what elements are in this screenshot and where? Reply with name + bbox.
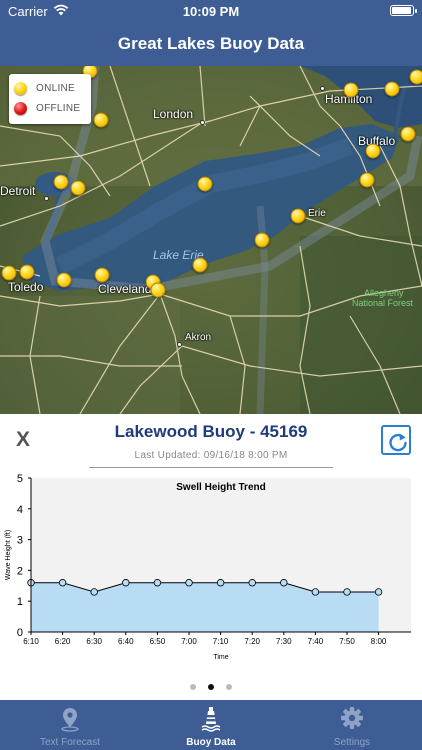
x-tick-label: 6:20 [55, 637, 71, 646]
buoy-marker[interactable] [192, 257, 208, 273]
page-indicator[interactable] [0, 677, 422, 695]
y-tick-label: 5 [17, 473, 23, 485]
buoy-marker[interactable] [365, 143, 381, 159]
legend-online: ONLINE [14, 81, 90, 97]
map-label-erie: Erie [308, 208, 326, 219]
buoy-marker[interactable] [409, 69, 422, 85]
map-pin-icon [61, 708, 79, 732]
x-axis-label: Time [213, 654, 228, 661]
data-point [311, 588, 320, 596]
data-point [90, 588, 98, 596]
buoy-marker[interactable] [56, 272, 72, 288]
x-tick-label: 6:10 [23, 637, 39, 646]
legend-offline-label: OFFLINE [36, 103, 81, 114]
buoy-marker[interactable] [93, 112, 109, 128]
buoy-marker[interactable] [53, 174, 69, 190]
page-dot[interactable] [190, 684, 196, 690]
buoy-marker[interactable] [70, 180, 86, 196]
gear-icon [341, 707, 363, 729]
buoy-marker[interactable] [197, 176, 213, 192]
legend-online-label: ONLINE [36, 83, 76, 94]
x-tick-label: 7:30 [276, 637, 292, 646]
buoy-marker[interactable] [94, 267, 110, 283]
buoy-marker[interactable] [19, 264, 35, 280]
data-point [185, 579, 193, 587]
data-point [343, 588, 351, 596]
x-tick-label: 7:40 [308, 637, 324, 646]
akron-city-dot [177, 342, 182, 347]
tab-label-text-forecast: Text Forecast [39, 737, 101, 748]
x-tick-label: 7:10 [213, 637, 229, 646]
x-tick-label: 6:30 [86, 637, 102, 646]
tab-label-settings: Settings [333, 737, 371, 748]
y-axis-label: Wave Height (ft) [5, 530, 12, 580]
tab-label-buoy-data: Buoy Data [186, 737, 236, 748]
y-tick-label: 3 [17, 535, 23, 547]
map-label-toledo: Toledo [8, 280, 44, 294]
data-point [280, 579, 288, 587]
detroit-city-dot [44, 196, 49, 201]
status-time: 10:09 PM [182, 4, 240, 19]
chart-title: Swell Height Trend [176, 482, 265, 493]
online-status-icon [14, 82, 27, 95]
buoy-marker[interactable] [359, 172, 375, 188]
data-point [58, 579, 67, 587]
swell-height-chart: Swell Height Trend 0 1 2 3 4 5 6:10 6:20 6:30 6:… [5, 473, 411, 661]
legend-offline: OFFLINE [14, 101, 90, 117]
status-bar: Carrier 10:09 PM [0, 0, 422, 22]
y-tick-label: 0 [17, 627, 23, 639]
data-point [374, 588, 383, 596]
buoy-icon [201, 707, 221, 732]
y-tick-label: 1 [17, 596, 23, 608]
map-label-allegheny-1: Allegheny [364, 288, 404, 298]
x-tick-label: 6:40 [118, 637, 134, 646]
battery-icon [390, 5, 417, 16]
buoy-marker[interactable] [384, 81, 400, 97]
y-tick-label: 4 [17, 504, 23, 516]
refresh-button[interactable] [381, 425, 411, 455]
buoy-marker[interactable] [150, 282, 166, 298]
page-title: Great Lakes Buoy Data [117, 34, 305, 53]
x-tick-label: 7:20 [244, 637, 260, 646]
tab-text-forecast[interactable]: Text Forecast [0, 700, 140, 750]
map-label-akron: Akron [185, 332, 212, 343]
title-divider [89, 467, 333, 468]
x-tick-label: 7:00 [181, 637, 197, 646]
london-city-dot [200, 120, 205, 125]
buoy-marker[interactable] [343, 82, 359, 98]
map-legend: ONLINE OFFLINE [9, 74, 91, 124]
y-tick-label: 2 [17, 565, 23, 577]
buoy-detail-panel: X Lakewood Buoy - 45169 Last Updated: 09… [0, 414, 422, 700]
x-tick-label: 6:50 [150, 637, 166, 646]
refresh-icon [389, 433, 407, 452]
page-dot[interactable] [208, 684, 214, 690]
tab-bar: Text Forecast Buoy Data Settings [0, 700, 422, 750]
buoy-marker[interactable] [1, 265, 17, 281]
data-point [153, 579, 162, 587]
map-label-cleveland: Cleveland [98, 282, 152, 296]
page-dot[interactable] [226, 684, 232, 690]
tab-buoy-data[interactable]: Buoy Data [141, 700, 281, 750]
map-label-detroit: Detroit [0, 184, 36, 198]
data-point [248, 579, 256, 587]
data-point [122, 579, 130, 587]
buoy-marker[interactable] [254, 232, 270, 248]
nav-bar: Great Lakes Buoy Data [0, 22, 422, 66]
x-tick-label: 8:00 [371, 637, 387, 646]
map-label-allegheny-2: National Forest [352, 298, 414, 308]
tab-settings[interactable]: Settings [282, 700, 422, 750]
hamilton-city-dot [320, 86, 325, 91]
buoy-marker[interactable] [400, 126, 416, 142]
map-label-london: London [153, 107, 194, 121]
buoy-title: Lakewood Buoy - 45169 [114, 422, 308, 441]
buoy-marker[interactable] [290, 208, 306, 224]
data-point [216, 579, 225, 587]
last-updated: Last Updated: 09/16/18 8:00 PM [134, 450, 288, 461]
offline-status-icon [14, 102, 27, 115]
map-view[interactable]: London Hamilton Buffalo Detroit Erie Lak… [0, 66, 422, 414]
x-tick-label: 7:50 [339, 637, 355, 646]
